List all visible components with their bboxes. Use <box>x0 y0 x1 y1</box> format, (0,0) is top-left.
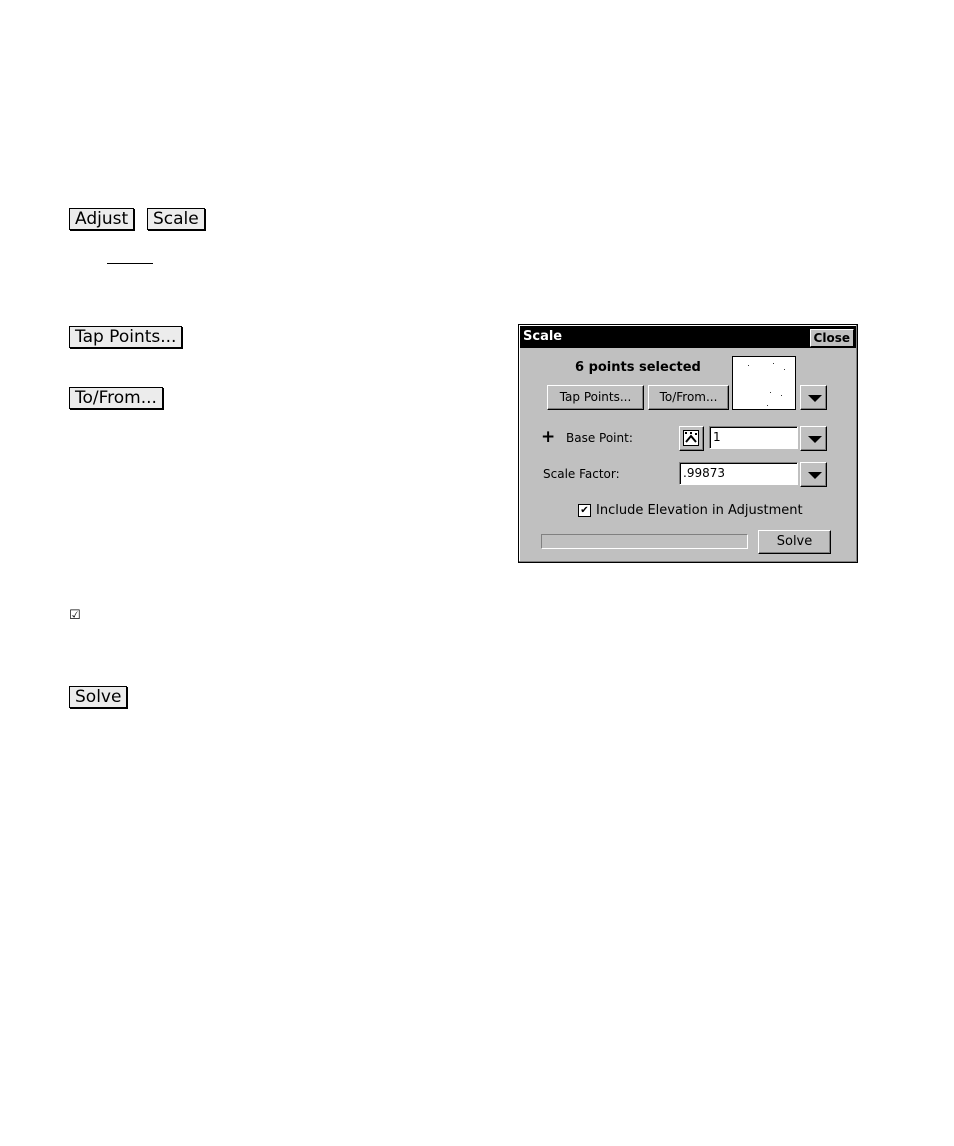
chevron-down-icon <box>808 472 822 479</box>
preview-point <box>767 405 768 406</box>
progress-bar <box>541 534 748 549</box>
preview-point <box>781 395 782 396</box>
dialog-to-from-button[interactable]: To/From... <box>648 385 729 410</box>
adjust-button[interactable]: Adjust <box>69 208 135 230</box>
include-elevation-label: Include Elevation in Adjustment <box>596 503 803 518</box>
dialog-solve-button[interactable]: Solve <box>758 530 831 554</box>
points-selected-text: 6 points selected <box>575 360 701 375</box>
scale-factor-input[interactable]: .99873 <box>679 462 798 485</box>
map-point-icon <box>683 430 699 446</box>
scale-dialog: Scale Close 6 points selected Tap Points… <box>518 324 858 563</box>
preview-point <box>748 365 749 366</box>
close-button[interactable]: Close <box>809 329 854 347</box>
scale-factor-dropdown-button[interactable] <box>800 462 827 487</box>
preview-point <box>784 369 785 370</box>
dialog-tap-points-button[interactable]: Tap Points... <box>547 385 644 410</box>
dialog-title: Scale <box>523 329 563 344</box>
preview-point <box>773 363 774 364</box>
solve-button[interactable]: Solve <box>69 686 128 708</box>
scale-button[interactable]: Scale <box>147 208 205 230</box>
checkbox-icon: ☑ <box>69 608 81 623</box>
to-from-button[interactable]: To/From... <box>69 387 163 409</box>
scale-factor-label: Scale Factor: <box>543 467 620 481</box>
dialog-title-bar: Scale Close <box>520 326 856 348</box>
preview-dropdown-button[interactable] <box>800 385 827 410</box>
chevron-down-icon <box>808 395 822 402</box>
base-point-input[interactable]: 1 <box>709 426 798 449</box>
chevron-down-icon <box>808 436 822 443</box>
underline-divider <box>107 263 153 264</box>
plus-icon: + <box>541 427 556 447</box>
base-point-dropdown-button[interactable] <box>800 426 827 451</box>
points-preview <box>732 356 796 410</box>
include-elevation-checkbox[interactable]: ✔ <box>578 504 591 517</box>
preview-point <box>770 392 771 393</box>
base-point-label: Base Point: <box>566 431 633 445</box>
tap-points-button[interactable]: Tap Points... <box>69 326 183 348</box>
map-select-button[interactable] <box>679 426 704 451</box>
